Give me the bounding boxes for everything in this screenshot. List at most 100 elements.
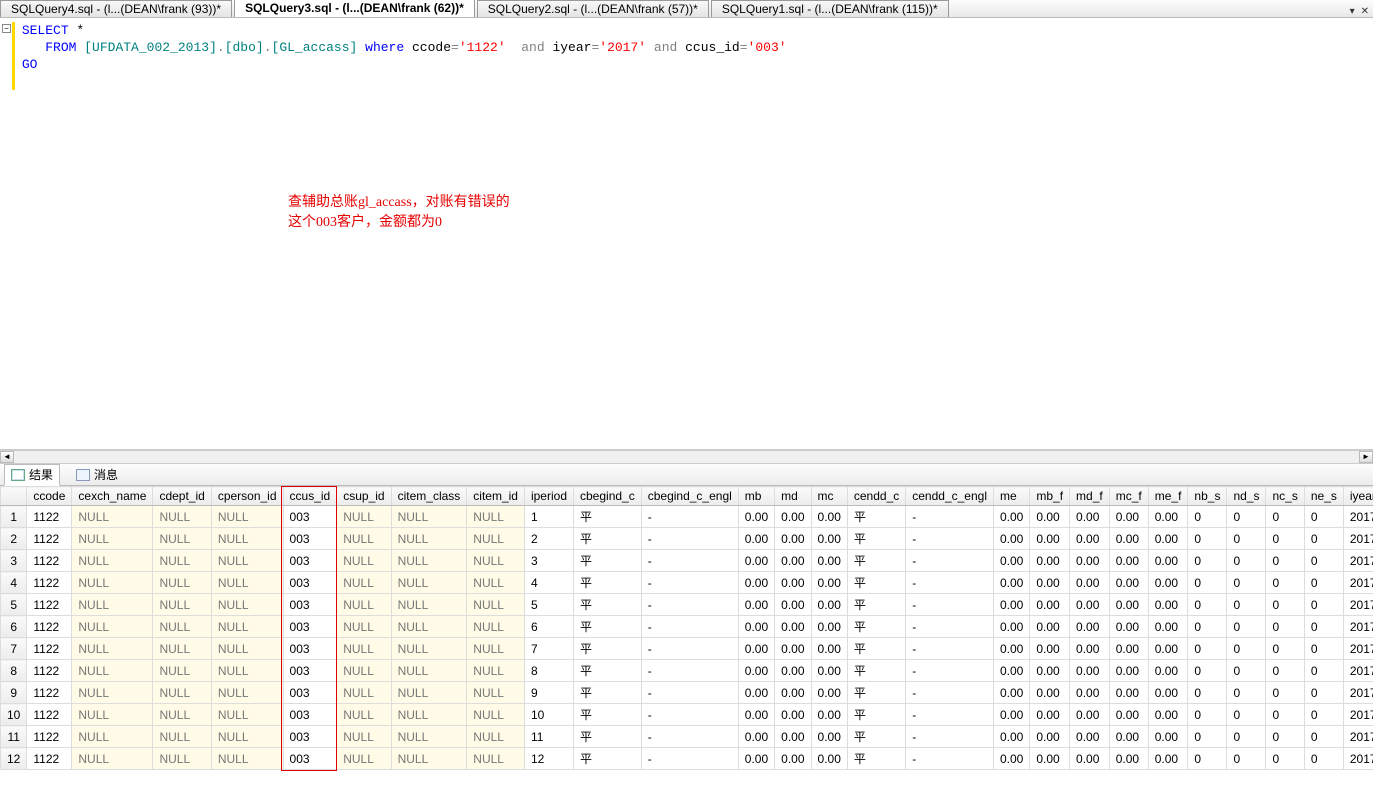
- grid-cell[interactable]: 0.00: [993, 682, 1029, 704]
- grid-cell[interactable]: 0.00: [1109, 572, 1148, 594]
- grid-cell[interactable]: 003: [283, 726, 337, 748]
- grid-cell[interactable]: NULL: [391, 748, 467, 770]
- grid-cell[interactable]: 0.00: [811, 572, 847, 594]
- grid-cell[interactable]: 0: [1266, 726, 1304, 748]
- grid-cell[interactable]: 003: [283, 638, 337, 660]
- row-number[interactable]: 5: [1, 594, 27, 616]
- sql-editor-pane[interactable]: − SELECT * FROM [UFDATA_002_2013].[dbo].…: [0, 18, 1373, 450]
- grid-cell[interactable]: 0: [1188, 682, 1227, 704]
- tab-messages[interactable]: 消息: [70, 465, 124, 484]
- grid-cell[interactable]: 0.00: [1109, 638, 1148, 660]
- table-row[interactable]: 121122NULLNULLNULL003NULLNULLNULL12平-0.0…: [1, 748, 1373, 770]
- grid-cell[interactable]: 0.00: [1109, 616, 1148, 638]
- grid-cell[interactable]: 0: [1188, 660, 1227, 682]
- grid-cell[interactable]: 0.00: [775, 638, 811, 660]
- grid-cell[interactable]: 0.00: [1148, 638, 1188, 660]
- grid-cell[interactable]: 平: [847, 528, 905, 550]
- grid-cell[interactable]: 2017: [1343, 528, 1373, 550]
- grid-cell[interactable]: 0: [1266, 616, 1304, 638]
- grid-cell[interactable]: 平: [574, 726, 642, 748]
- grid-cell[interactable]: NULL: [391, 506, 467, 528]
- grid-cell[interactable]: 0: [1188, 528, 1227, 550]
- grid-cell[interactable]: -: [641, 704, 738, 726]
- grid-cell[interactable]: 0: [1266, 660, 1304, 682]
- grid-cell[interactable]: NULL: [467, 594, 525, 616]
- grid-cell[interactable]: 0.00: [738, 726, 774, 748]
- grid-cell[interactable]: 0.00: [993, 726, 1029, 748]
- grid-cell[interactable]: 1122: [27, 638, 72, 660]
- grid-cell[interactable]: NULL: [153, 506, 211, 528]
- results-grid[interactable]: ccodecexch_namecdept_idcperson_idccus_id…: [0, 486, 1373, 770]
- table-row[interactable]: 41122NULLNULLNULL003NULLNULLNULL4平-0.000…: [1, 572, 1373, 594]
- grid-cell[interactable]: NULL: [391, 660, 467, 682]
- column-header[interactable]: nc_s: [1266, 487, 1304, 506]
- grid-cell[interactable]: NULL: [211, 506, 283, 528]
- grid-cell[interactable]: 0.00: [738, 704, 774, 726]
- grid-cell[interactable]: 0.00: [993, 550, 1029, 572]
- grid-cell[interactable]: 平: [574, 616, 642, 638]
- grid-cell[interactable]: 0.00: [993, 506, 1029, 528]
- grid-cell[interactable]: 2017: [1343, 638, 1373, 660]
- grid-cell[interactable]: 0.00: [1148, 594, 1188, 616]
- grid-cell[interactable]: 0: [1227, 660, 1266, 682]
- table-row[interactable]: 51122NULLNULLNULL003NULLNULLNULL5平-0.000…: [1, 594, 1373, 616]
- grid-cell[interactable]: NULL: [467, 616, 525, 638]
- grid-cell[interactable]: 0.00: [775, 748, 811, 770]
- grid-cell[interactable]: 0: [1304, 572, 1343, 594]
- grid-cell[interactable]: 0: [1304, 682, 1343, 704]
- tab-close-icon[interactable]: ✕: [1361, 6, 1369, 17]
- grid-cell[interactable]: 0: [1227, 748, 1266, 770]
- grid-cell[interactable]: 1122: [27, 660, 72, 682]
- grid-cell[interactable]: 0.00: [1109, 704, 1148, 726]
- grid-cell[interactable]: NULL: [153, 550, 211, 572]
- grid-cell[interactable]: 0.00: [738, 572, 774, 594]
- column-header[interactable]: cperson_id: [211, 487, 283, 506]
- grid-cell[interactable]: 0.00: [1109, 594, 1148, 616]
- grid-cell[interactable]: NULL: [72, 638, 153, 660]
- row-number[interactable]: 6: [1, 616, 27, 638]
- grid-cell[interactable]: 0.00: [738, 748, 774, 770]
- column-header[interactable]: cdept_id: [153, 487, 211, 506]
- grid-cell[interactable]: 2017: [1343, 660, 1373, 682]
- grid-cell[interactable]: NULL: [211, 594, 283, 616]
- grid-cell[interactable]: 0: [1188, 550, 1227, 572]
- grid-cell[interactable]: 10: [524, 704, 573, 726]
- grid-cell[interactable]: -: [906, 726, 994, 748]
- grid-cell[interactable]: 003: [283, 748, 337, 770]
- grid-cell[interactable]: NULL: [467, 748, 525, 770]
- grid-cell[interactable]: NULL: [211, 572, 283, 594]
- grid-cell[interactable]: 2017: [1343, 594, 1373, 616]
- grid-cell[interactable]: 003: [283, 704, 337, 726]
- grid-cell[interactable]: 平: [847, 704, 905, 726]
- grid-cell[interactable]: NULL: [337, 506, 391, 528]
- column-header[interactable]: mb: [738, 487, 774, 506]
- grid-cell[interactable]: NULL: [337, 660, 391, 682]
- grid-cell[interactable]: 平: [574, 638, 642, 660]
- grid-cell[interactable]: NULL: [211, 616, 283, 638]
- grid-cell[interactable]: 0.00: [1148, 682, 1188, 704]
- grid-cell[interactable]: NULL: [153, 660, 211, 682]
- grid-cell[interactable]: 0: [1304, 748, 1343, 770]
- grid-cell[interactable]: 0.00: [1148, 726, 1188, 748]
- grid-cell[interactable]: 0.00: [1148, 704, 1188, 726]
- column-header[interactable]: nd_s: [1227, 487, 1266, 506]
- grid-cell[interactable]: NULL: [153, 726, 211, 748]
- column-header[interactable]: me_f: [1148, 487, 1188, 506]
- grid-cell[interactable]: -: [906, 660, 994, 682]
- row-number[interactable]: 1: [1, 506, 27, 528]
- row-header-corner[interactable]: [1, 487, 27, 506]
- grid-cell[interactable]: 0: [1266, 638, 1304, 660]
- grid-cell[interactable]: -: [641, 506, 738, 528]
- grid-cell[interactable]: 2017: [1343, 726, 1373, 748]
- grid-cell[interactable]: 0: [1304, 550, 1343, 572]
- grid-cell[interactable]: -: [641, 616, 738, 638]
- grid-cell[interactable]: 0.00: [1030, 616, 1070, 638]
- grid-cell[interactable]: 平: [847, 726, 905, 748]
- grid-cell[interactable]: 0: [1266, 748, 1304, 770]
- document-tab[interactable]: SQLQuery1.sql - (l...(DEAN\frank (115))*: [711, 0, 949, 17]
- grid-cell[interactable]: 0.00: [811, 550, 847, 572]
- grid-cell[interactable]: 0: [1188, 506, 1227, 528]
- grid-cell[interactable]: 平: [574, 572, 642, 594]
- grid-cell[interactable]: NULL: [211, 660, 283, 682]
- column-header[interactable]: ne_s: [1304, 487, 1343, 506]
